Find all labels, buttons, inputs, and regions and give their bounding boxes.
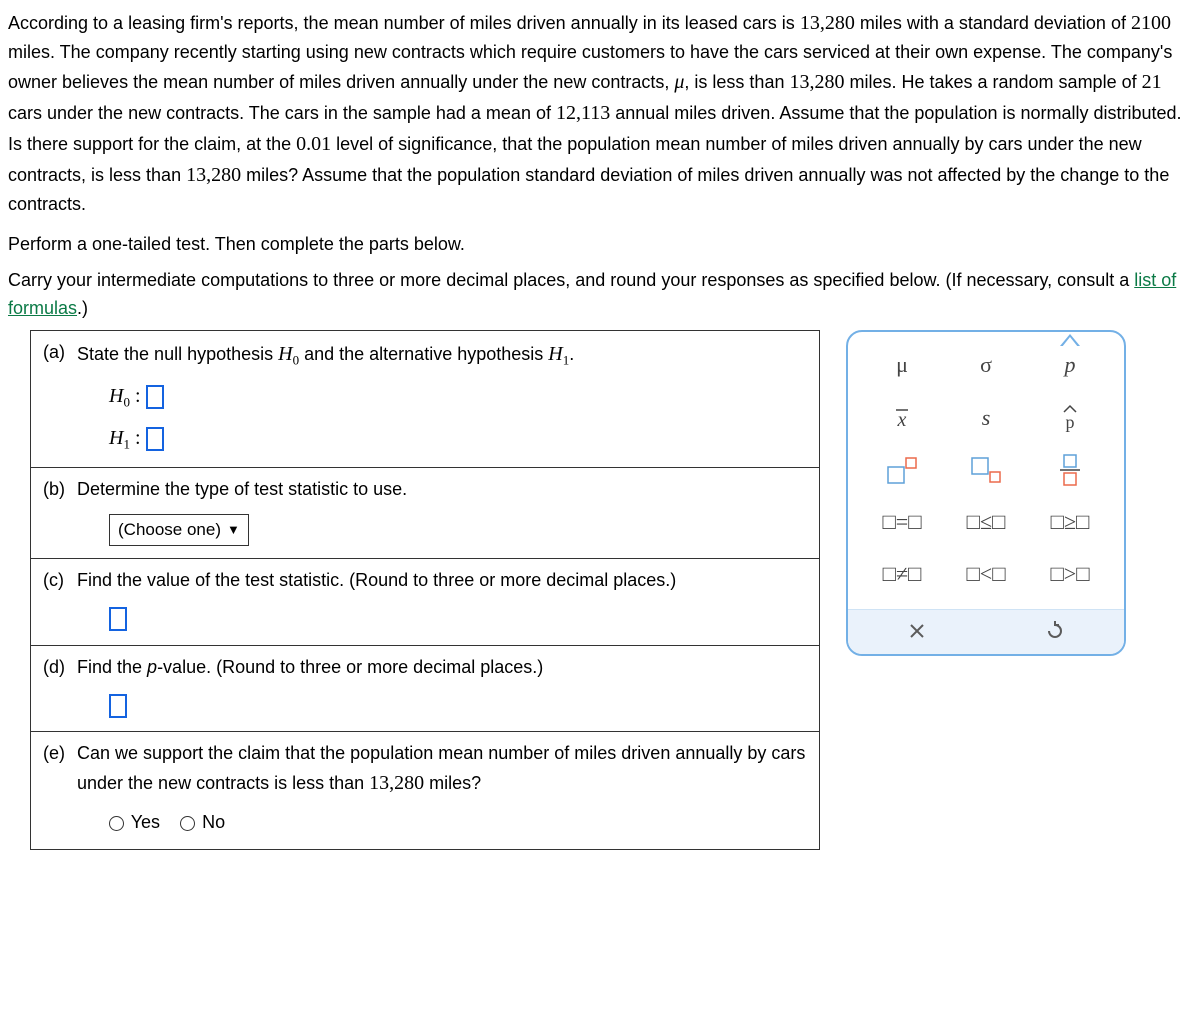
palette-less-equal[interactable]: □≤□: [944, 505, 1028, 539]
palette-s[interactable]: s: [944, 401, 1028, 435]
part-b-text: Determine the type of test statistic to …: [77, 479, 407, 499]
symbol-palette: μ σ p x s p: [846, 330, 1126, 655]
palette-mu[interactable]: μ: [860, 348, 944, 382]
palette-xbar[interactable]: x: [860, 406, 944, 430]
phat-icon: p: [1058, 404, 1082, 432]
part-c-text: Find the value of the test statistic. (R…: [77, 570, 676, 590]
test-statistic-answer-box[interactable]: [109, 607, 127, 631]
subscript-icon: [969, 455, 1003, 485]
exponent-icon: [885, 455, 919, 485]
palette-greater-than[interactable]: □>□: [1028, 557, 1112, 591]
palette-phat[interactable]: p: [1028, 404, 1112, 432]
problem-statement: According to a leasing firm's reports, t…: [8, 8, 1192, 219]
part-d-label: (d): [43, 654, 77, 682]
radio-no[interactable]: [180, 816, 195, 831]
part-c-label: (c): [43, 567, 77, 595]
radio-no-label: No: [202, 812, 225, 832]
palette-exponent[interactable]: [860, 455, 944, 485]
palette-p[interactable]: p: [1028, 348, 1112, 382]
h0-answer-box[interactable]: [146, 385, 164, 409]
p-value-answer-box[interactable]: [109, 694, 127, 718]
palette-greater-equal[interactable]: □≥□: [1028, 505, 1112, 539]
part-c: (c) Find the value of the test statistic…: [31, 559, 819, 646]
close-icon: [907, 621, 927, 641]
undo-icon: [1044, 620, 1066, 642]
instruction-precision: Carry your intermediate computations to …: [8, 267, 1192, 323]
palette-less-than[interactable]: □<□: [944, 557, 1028, 591]
palette-sigma[interactable]: σ: [944, 348, 1028, 382]
instruction-one-tailed: Perform a one-tailed test. Then complete…: [8, 231, 1192, 259]
radio-yes-label: Yes: [131, 812, 160, 832]
part-e-label: (e): [43, 740, 77, 768]
palette-clear-button[interactable]: [848, 621, 986, 641]
part-d: (d) Find the p-value. (Round to three or…: [31, 646, 819, 733]
part-a-label: (a): [43, 339, 77, 367]
palette-undo-button[interactable]: [986, 620, 1124, 642]
palette-not-equal[interactable]: □≠□: [860, 557, 944, 591]
palette-fraction[interactable]: [1028, 453, 1112, 487]
part-e: (e) Can we support the claim that the po…: [31, 732, 819, 849]
part-b: (b) Determine the type of test statistic…: [31, 468, 819, 559]
xbar-icon: x: [890, 406, 914, 430]
test-statistic-dropdown[interactable]: (Choose one) ▼: [109, 514, 249, 546]
questions-panel: (a) State the null hypothesis H0 and the…: [30, 330, 820, 850]
h1-answer-box[interactable]: [146, 427, 164, 451]
palette-subscript[interactable]: [944, 455, 1028, 485]
radio-yes[interactable]: [109, 816, 124, 831]
part-a: (a) State the null hypothesis H0 and the…: [31, 331, 819, 467]
palette-equals[interactable]: □=□: [860, 505, 944, 539]
svg-text:p: p: [1066, 412, 1075, 432]
chevron-down-icon: ▼: [227, 520, 240, 540]
part-b-label: (b): [43, 476, 77, 504]
svg-text:x: x: [897, 409, 907, 430]
fraction-icon: [1058, 453, 1082, 487]
